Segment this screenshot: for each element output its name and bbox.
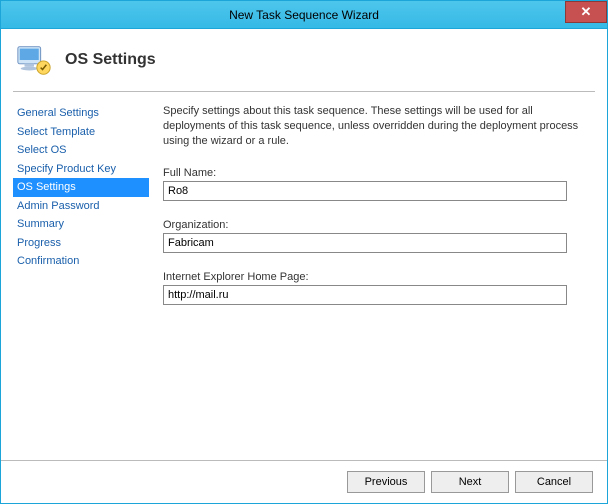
description-text: Specify settings about this task sequenc… (163, 104, 595, 149)
full-name-input[interactable] (163, 181, 567, 201)
sidebar-item-select-template[interactable]: Select Template (13, 123, 149, 142)
sidebar-item-os-settings[interactable]: OS Settings (13, 178, 149, 197)
main-panel: Specify settings about this task sequenc… (163, 104, 595, 460)
window-title: New Task Sequence Wizard (229, 8, 379, 22)
ie-home-label: Internet Explorer Home Page: (163, 271, 595, 283)
sidebar-item-confirmation[interactable]: Confirmation (13, 252, 149, 271)
wizard-window: New Task Sequence Wizard ✕ OS Settings G… (0, 0, 608, 504)
organization-field: Organization: (163, 219, 595, 253)
body: General Settings Select Template Select … (1, 92, 607, 460)
organization-label: Organization: (163, 219, 595, 231)
sidebar-item-progress[interactable]: Progress (13, 234, 149, 253)
sidebar: General Settings Select Template Select … (13, 104, 149, 460)
previous-button[interactable]: Previous (347, 471, 425, 493)
organization-input[interactable] (163, 233, 567, 253)
next-button[interactable]: Next (431, 471, 509, 493)
ie-home-input[interactable] (163, 285, 567, 305)
ie-home-field: Internet Explorer Home Page: (163, 271, 595, 305)
sidebar-item-summary[interactable]: Summary (13, 215, 149, 234)
titlebar: New Task Sequence Wizard ✕ (1, 1, 607, 29)
sidebar-item-general-settings[interactable]: General Settings (13, 104, 149, 123)
sidebar-item-select-os[interactable]: Select OS (13, 141, 149, 160)
header: OS Settings (1, 29, 607, 91)
page-title: OS Settings (65, 51, 156, 69)
close-button[interactable]: ✕ (565, 1, 607, 23)
close-icon: ✕ (581, 4, 592, 20)
sidebar-item-specify-product-key[interactable]: Specify Product Key (13, 160, 149, 179)
sidebar-item-admin-password[interactable]: Admin Password (13, 197, 149, 216)
full-name-field: Full Name: (163, 167, 595, 201)
cancel-button[interactable]: Cancel (515, 471, 593, 493)
full-name-label: Full Name: (163, 167, 595, 179)
footer: Previous Next Cancel (1, 460, 607, 503)
computer-icon (15, 41, 53, 79)
